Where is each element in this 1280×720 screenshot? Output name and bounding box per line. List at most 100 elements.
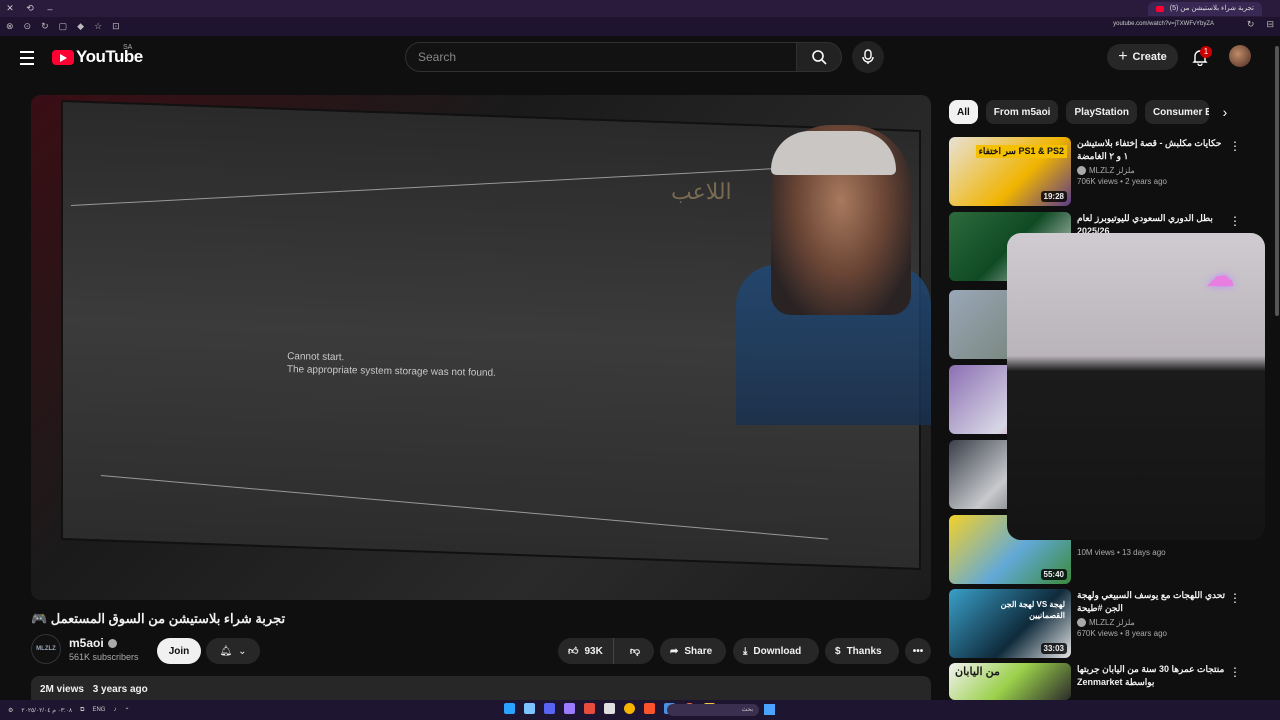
dislike-button[interactable]: 👎︎ (620, 645, 650, 657)
guide-menu-button[interactable] (16, 46, 40, 70)
star-icon[interactable]: ☆ (94, 21, 102, 32)
brave-icon[interactable] (644, 703, 655, 714)
thumbnail-text: سر اختفاء PS1 & PS2 (975, 145, 1067, 158)
browser-tab-strip: ✕ ⟲ – (5) تجربة شراء بلاستيشن من (0, 0, 1280, 17)
chevron-down-icon: ⌄ (238, 645, 247, 657)
chip-all[interactable]: All (949, 100, 978, 124)
upload-age: 3 years ago (92, 684, 148, 695)
video-duration: 33:03 (1040, 643, 1067, 654)
taskbar-search[interactable]: بحث (667, 704, 759, 716)
app-icon[interactable] (584, 703, 595, 714)
recommendation-channel[interactable]: MLZLZ ملزلز (1077, 618, 1227, 627)
chip-from-channel[interactable]: From m5aoi (985, 100, 1059, 124)
language-indicator[interactable]: ENG (92, 707, 105, 714)
more-actions-button[interactable]: ••• (905, 638, 931, 664)
recommendation-item[interactable]: سر اختفاء PS1 & PS2 19:28 حكايات مكلبش -… (949, 137, 1259, 206)
recommendation-item[interactable]: لهجة الجن VS لهجة القصمانيين 33:03 تحدي … (949, 589, 1259, 658)
screen-error-message: Cannot start. The appropriate system sto… (287, 350, 496, 380)
browser-tab-title: (5) تجربة شراء بلاستيشن من (1169, 5, 1254, 12)
download-button[interactable]: ⤓ Download (733, 638, 819, 664)
extension-icon[interactable]: ◆ (77, 21, 84, 32)
video-player[interactable]: اللاعب Cannot start. The appropriate sys… (31, 95, 931, 600)
browser-chrome: ✕ ⟲ – (5) تجربة شراء بلاستيشن من ⊗ ⊙ ↻ ▢… (0, 0, 1280, 36)
forward-icon[interactable]: ⊙ (24, 21, 32, 32)
scrollbar-thumb[interactable] (1275, 46, 1279, 316)
address-bar[interactable]: youtube.com/watch?v=jTXWFvYbyZA (1113, 21, 1214, 27)
search-icon (812, 50, 827, 65)
screen-overlay-text: اللاعب (671, 180, 732, 205)
recommendation-title[interactable]: تحدي اللهجات مع يوسف السبيعي ولهجة الجن … (1077, 589, 1227, 615)
thanks-button[interactable]: $ Thanks (825, 638, 899, 664)
microphone-icon (862, 49, 874, 64)
channel-name-row[interactable]: m5aoi (69, 636, 139, 650)
search-button[interactable] (796, 42, 842, 72)
app-icon[interactable] (564, 703, 575, 714)
window-icon[interactable]: ✕ (0, 3, 20, 14)
back-icon[interactable]: ⊗ (6, 21, 14, 32)
app-icon[interactable] (604, 703, 615, 714)
youtube-play-icon (52, 49, 74, 65)
os-taskbar: ⚙ ٠٣:٠٨ م ٢٠٢٥/٠٢/٠٤ ⧉ ENG ♪ ⌃ بحث (0, 700, 1280, 720)
more-vertical-icon[interactable]: ⋮ (1229, 665, 1241, 679)
search-input[interactable] (406, 43, 796, 71)
more-vertical-icon[interactable]: ⋮ (1229, 139, 1241, 153)
bookmark-icon[interactable]: ⊡ (112, 21, 120, 32)
reload-icon[interactable]: ↻ (41, 21, 49, 32)
app-icon[interactable] (524, 703, 535, 714)
like-button[interactable]: 👍︎ 93K (558, 638, 614, 664)
create-button[interactable]: + Create (1107, 44, 1178, 70)
page-scrollbar[interactable] (1274, 36, 1280, 700)
voice-search-button[interactable] (852, 41, 884, 73)
recommendation-title[interactable]: حكايات مكلبش - قصة إختفاء بلاستيشن ١ و ٢… (1077, 137, 1227, 163)
discord-icon[interactable] (544, 703, 555, 714)
sync-icon[interactable]: ↻ (1247, 19, 1255, 30)
youtube-favicon-icon (1155, 6, 1164, 12)
more-vertical-icon[interactable]: ⋮ (1229, 214, 1241, 228)
minimize-icon[interactable]: – (40, 4, 60, 14)
share-button[interactable]: ➦ Share (660, 638, 726, 664)
recommendation-title[interactable]: منتجات عمرها 30 سنة من اليابان جربتها بو… (1077, 663, 1227, 689)
steam-icon[interactable] (504, 703, 515, 714)
video-thumbnail[interactable]: لهجة الجن VS لهجة القصمانيين 33:03 (949, 589, 1071, 658)
video-thumbnail[interactable]: سر اختفاء PS1 & PS2 19:28 (949, 137, 1071, 206)
windows-start-icon[interactable] (764, 704, 775, 715)
chevron-right-icon[interactable]: › (1215, 102, 1235, 122)
thumbnail-text: لهجة الجن VS لهجة القصمانيين (1000, 600, 1065, 620)
settings-icon[interactable]: ⚙ (8, 707, 13, 714)
recommendation-channel[interactable]: MLZLZ ملزلز (1077, 166, 1227, 175)
video-thumbnail[interactable]: من اليابان (949, 663, 1071, 700)
like-count: 93K (584, 645, 603, 657)
video-duration: 55:40 (1040, 569, 1067, 580)
subscriber-count: 561K subscribers (69, 652, 139, 662)
browser-toolbar: ⊗ ⊙ ↻ ▢ ◆ ☆ ⊡ (0, 17, 1280, 36)
verified-icon (1077, 618, 1086, 627)
split-icon[interactable]: ⊟ (1266, 19, 1274, 30)
more-vertical-icon[interactable]: ⋮ (1229, 591, 1241, 605)
youtube-logo[interactable]: YouTube SA (52, 44, 143, 67)
join-button[interactable]: Join (157, 638, 201, 664)
subscription-bell-button[interactable]: 🔔︎ ⌄ (206, 638, 260, 664)
presenter-cap (771, 131, 896, 175)
clock[interactable]: ٠٣:٠٨ م ٢٠٢٥/٠٢/٠٤ (21, 707, 72, 714)
channel-avatar[interactable]: MLZLZ (31, 634, 61, 664)
browser-tab-active[interactable]: (5) تجربة شراء بلاستيشن من (1147, 2, 1262, 16)
related-filter-chips: All From m5aoi PlayStation Consumer E (949, 100, 1209, 124)
recommendation-item[interactable]: من اليابان منتجات عمرها 30 سنة من اليابا… (949, 663, 1259, 700)
volume-icon[interactable]: ♪ (113, 707, 116, 714)
chrome-icon[interactable] (624, 703, 635, 714)
share-icon: ➦ (670, 645, 679, 657)
logo-text: YouTube (76, 47, 143, 66)
thumbs-up-icon: 👍︎ (568, 646, 579, 657)
verified-icon (107, 638, 117, 648)
tabs-icon[interactable]: ▢ (59, 21, 68, 32)
network-icon[interactable]: ⧉ (80, 707, 84, 714)
restore-icon[interactable]: ⟲ (20, 3, 40, 14)
more-horizontal-icon: ••• (912, 645, 924, 657)
channel-name[interactable]: m5aoi (69, 636, 104, 650)
wifi-icon[interactable]: ⌃ (124, 707, 129, 714)
chip-playstation[interactable]: PlayStation (1066, 100, 1137, 124)
recommendation-stats: 670K views • 8 years ago (1077, 629, 1167, 638)
chip-consumer-electronics[interactable]: Consumer E (1144, 100, 1209, 124)
account-avatar[interactable] (1229, 45, 1251, 67)
webcam-overlay: ☁ (1007, 233, 1265, 540)
